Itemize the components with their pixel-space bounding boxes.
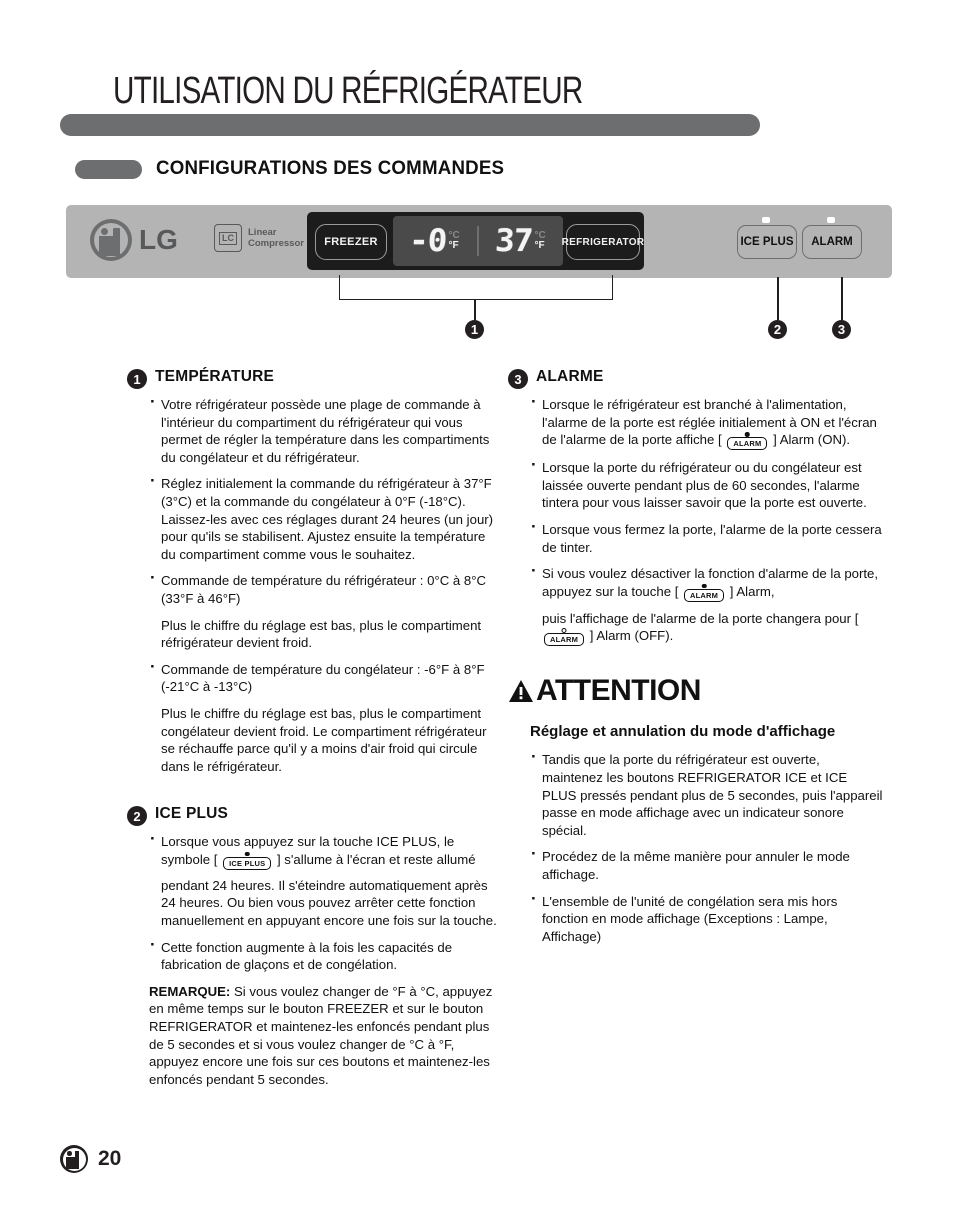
refrigerator-temp-digits: 37: [494, 223, 534, 259]
alarm-symbol-press-icon: ALARM: [684, 583, 725, 602]
ice-plus-text-b: ] s'allume à l'écran et reste allumé: [276, 851, 476, 867]
callout-stem-2: [777, 277, 779, 320]
section-pill: [75, 160, 142, 179]
freezer-readout: -0 °C °F: [393, 223, 477, 259]
freezer-button[interactable]: FREEZER: [315, 224, 387, 260]
temperature-bullets-2: Commande de température du congélateur :…: [127, 658, 502, 696]
callout-marker-2: 2: [768, 320, 787, 339]
list-item: Si vous voulez désactiver la fonction d'…: [530, 562, 883, 647]
ice-plus-led: [762, 217, 770, 223]
ice-plus-number-badge: 2: [127, 806, 147, 827]
lg-wordmark: LG: [139, 224, 178, 255]
ice-plus-text-c: pendant 24 heures. Il s'éteindre automat…: [161, 877, 497, 929]
compressor-line-2: Compressor: [248, 238, 304, 249]
alarme-heading: ALARME: [536, 368, 604, 385]
ice-plus-heading: ICE PLUS: [155, 805, 229, 823]
alarme-para-a: puis l'affichage de l'alarme de la porte…: [542, 610, 859, 626]
lc-badge-text: LC: [219, 231, 237, 245]
list-item: Tandis que la porte du réfrigérateur est…: [530, 748, 883, 839]
callout-stem-3: [841, 277, 843, 320]
temperature-heading-group: 1 TEMPÉRATURE: [127, 368, 502, 389]
list-item: Lorsque le réfrigérateur est branché à l…: [530, 393, 883, 451]
ice-plus-heading-group: 2 ICE PLUS: [127, 805, 502, 827]
remark-label: REMARQUE:: [149, 983, 231, 999]
alarme-text-d: ] Alarm,: [729, 583, 775, 599]
attention-bullets: Tandis que la porte du réfrigérateur est…: [508, 748, 883, 946]
list-item: Lorsque vous appuyez sur la touche ICE P…: [149, 830, 502, 929]
alarm-icon-label-3: ALARM: [550, 635, 579, 645]
section-title: CONFIGURATIONS DES COMMANDES: [156, 157, 505, 179]
list-item: L'ensemble de l'unité de congélation ser…: [530, 890, 883, 946]
right-column: 3 ALARME Lorsque le réfrigérateur est br…: [508, 368, 883, 954]
callout-bracket-1: [339, 275, 613, 300]
warning-triangle-icon: [508, 679, 534, 703]
ice-plus-remark: REMARQUE: Si vous voulez changer de °F à…: [149, 983, 502, 1089]
alarm-icon-label-2: ALARM: [690, 590, 719, 600]
alarme-para-b: ] Alarm (OFF).: [589, 628, 674, 644]
list-item: Commande de température du congélateur :…: [149, 658, 502, 696]
header-rule-bar: [60, 114, 760, 136]
temperature-heading: TEMPÉRATURE: [155, 368, 275, 385]
list-item: Lorsque vous fermez la porte, l'alarme d…: [530, 518, 883, 556]
temperature-para-4: Plus le chiffre du réglage est bas, plus…: [161, 705, 487, 774]
alarm-symbol-on-icon: ALARM: [727, 432, 768, 451]
temperature-lcd: -0 °C °F 37 °C °F: [393, 216, 563, 266]
alarm-button[interactable]: ALARM: [802, 225, 862, 259]
lc-box-icon: LC: [214, 224, 242, 252]
list-item: Procédez de la même manière pour annuler…: [530, 845, 883, 883]
page-title: UTILISATION DU RÉFRIGÉRATEUR: [113, 70, 583, 112]
ice-plus-bullets: Lorsque vous appuyez sur la touche ICE P…: [127, 830, 502, 974]
alarm-symbol-off-icon: ALARM: [544, 628, 585, 647]
remark-text: Si vous voulez changer de °F à °C, appuy…: [149, 983, 493, 1087]
attention-banner: ATTENTION: [508, 674, 883, 708]
linear-compressor-label: Linear Compressor: [248, 227, 304, 249]
page-footer: 20: [60, 1145, 121, 1173]
list-item: Cette fonction augmente à la fois les ca…: [149, 936, 502, 974]
compressor-line-1: Linear: [248, 227, 277, 238]
alarme-number-badge: 3: [508, 369, 528, 389]
refrigerator-readout: 37 °C °F: [479, 223, 563, 259]
freezer-temp-digits: -0: [408, 223, 448, 259]
list-item: Réglez initialement la commande du réfri…: [149, 472, 502, 563]
ice-plus-icon-label: ICE PLUS: [229, 858, 266, 868]
list-item: Commande de température du réfrigérateur…: [149, 569, 502, 607]
alarme-text-b: ] Alarm (ON).: [773, 432, 851, 448]
alarm-led: [827, 217, 835, 223]
temperature-para-3: Plus le chiffre du réglage est bas, plus…: [161, 617, 482, 651]
page-number: 20: [98, 1147, 122, 1170]
callout-marker-3: 3: [832, 320, 851, 339]
temperature-bullets: Votre réfrigérateur possède une plage de…: [127, 393, 502, 608]
linear-compressor-badge: LC Linear Compressor: [214, 224, 304, 252]
refrigerator-units: °C °F: [535, 231, 546, 251]
freezer-units: °C °F: [449, 231, 460, 251]
lg-footer-logo-icon: [60, 1145, 88, 1173]
attention-title: ATTENTION: [536, 674, 701, 708]
freezer-unit-fahrenheit: °F: [448, 240, 459, 251]
alarme-heading-group: 3 ALARME: [508, 368, 883, 389]
control-panel-illustration: LG LC Linear Compressor FREEZER -0 °C °F…: [66, 205, 892, 278]
ice-plus-button[interactable]: ICE PLUS: [737, 225, 797, 259]
attention-subheading: Réglage et annulation du mode d'affichag…: [530, 723, 836, 741]
alarm-icon-label: ALARM: [733, 439, 762, 449]
temperature-number-badge: 1: [127, 369, 147, 389]
refrigerator-button[interactable]: REFRIGERATOR: [562, 224, 644, 260]
callout-marker-1: 1: [465, 320, 484, 339]
list-item: Votre réfrigérateur possède une plage de…: [149, 393, 502, 466]
lg-face-icon: [90, 219, 132, 261]
ice-plus-symbol-icon: ICE PLUS: [223, 851, 272, 870]
lg-logo-panel: LG: [90, 219, 178, 261]
callout-stem-1: [474, 299, 476, 320]
left-column: 1 TEMPÉRATURE Votre réfrigérateur possèd…: [127, 368, 502, 1088]
list-item: Lorsque la porte du réfrigérateur ou du …: [530, 456, 883, 512]
alarme-bullets: Lorsque le réfrigérateur est branché à l…: [508, 393, 883, 647]
display-module: FREEZER -0 °C °F 37 °C °F REFRIGERATOR: [307, 212, 644, 270]
refrigerator-unit-fahrenheit: °F: [534, 240, 545, 251]
